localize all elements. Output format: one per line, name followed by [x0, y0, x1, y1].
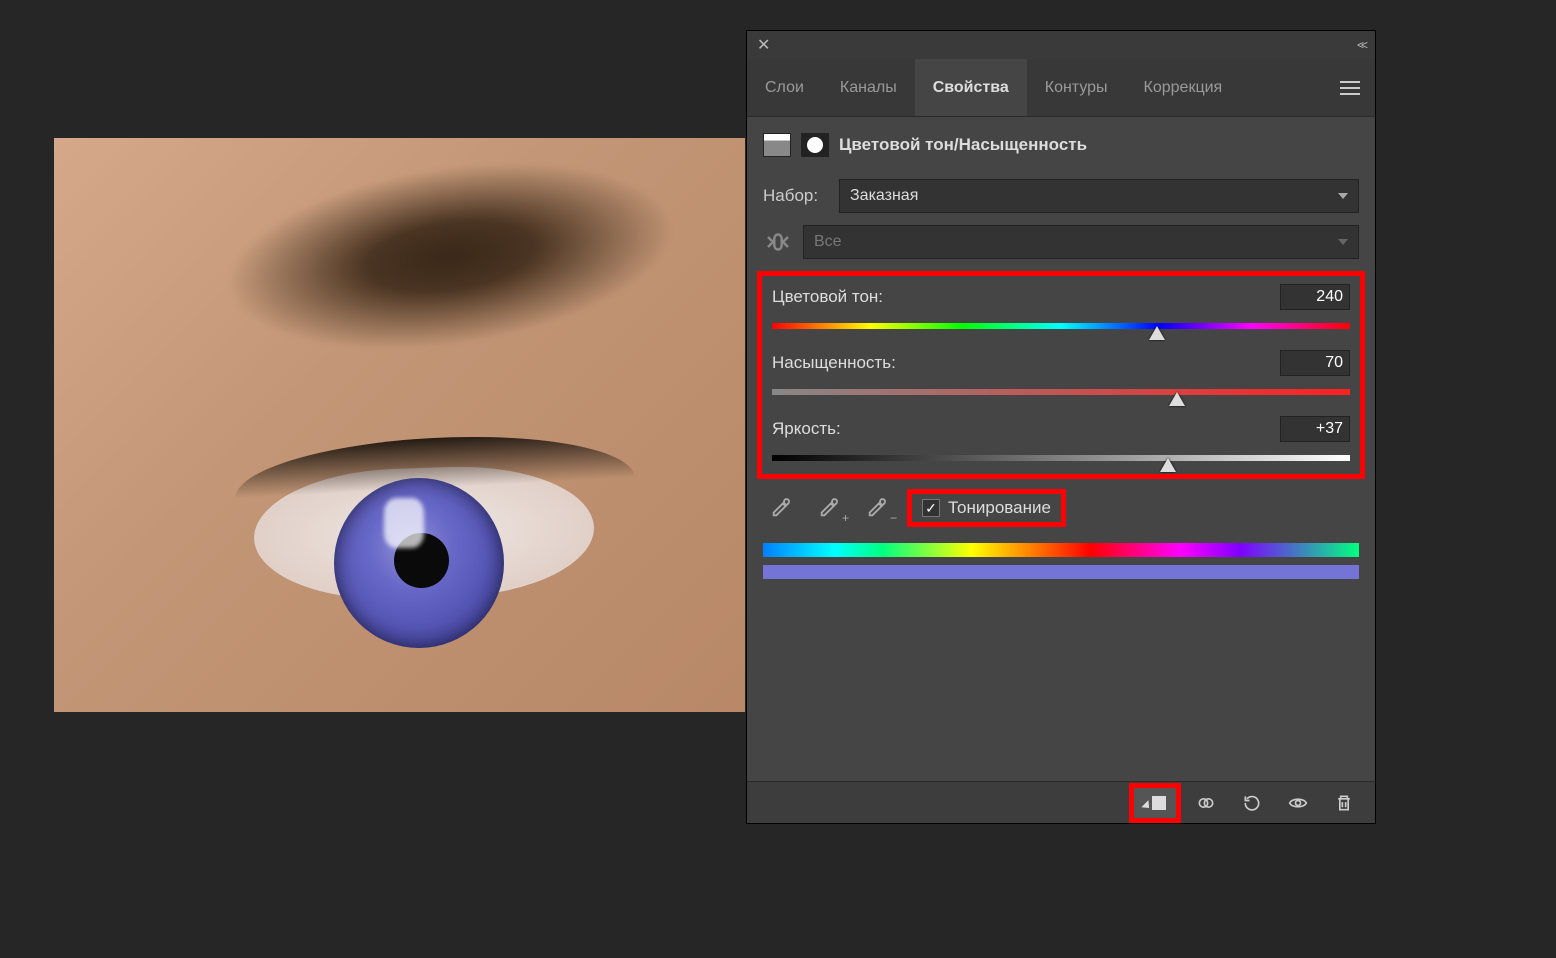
color-range-select[interactable]: Все	[803, 225, 1359, 259]
hand-scrub-icon[interactable]	[763, 227, 793, 257]
hue-slider-row: Цветовой тон:	[772, 284, 1350, 334]
hamburger-icon	[1340, 87, 1360, 89]
hue-slider[interactable]	[772, 318, 1350, 334]
hue-value-input[interactable]	[1280, 284, 1350, 310]
clip-arrow-icon	[1141, 800, 1152, 811]
collapse-icon[interactable]: <<	[1357, 38, 1365, 52]
lightness-track	[772, 455, 1350, 461]
chevron-down-icon	[1338, 239, 1348, 245]
saturation-track	[772, 389, 1350, 395]
saturation-thumb[interactable]	[1169, 392, 1185, 406]
saturation-slider-row: Насыщенность:	[772, 350, 1350, 400]
saturation-slider[interactable]	[772, 384, 1350, 400]
clip-to-layer-button[interactable]	[1134, 788, 1176, 818]
adjustment-title: Цветовой тон/Насыщенность	[839, 135, 1087, 155]
colorize-label: Тонирование	[948, 498, 1051, 518]
eyedropper-add-icon[interactable]: +	[811, 493, 847, 523]
tab-channels[interactable]: Каналы	[822, 59, 915, 116]
tab-paths[interactable]: Контуры	[1027, 59, 1126, 116]
saturation-value-input[interactable]	[1280, 350, 1350, 376]
range-row: Все	[763, 225, 1359, 259]
clip-square-icon	[1152, 796, 1166, 810]
preset-value: Заказная	[850, 187, 918, 205]
range-value: Все	[814, 233, 842, 251]
reset-button[interactable]	[1231, 787, 1273, 819]
mask-icon[interactable]	[801, 133, 829, 157]
preset-label: Набор:	[763, 186, 829, 206]
output-spectrum[interactable]	[763, 565, 1359, 579]
panel-body: Набор: Заказная Все Цветовой тон:	[747, 173, 1375, 781]
preset-select[interactable]: Заказная	[839, 179, 1359, 213]
image-content	[161, 138, 745, 426]
saturation-label: Насыщенность:	[772, 353, 896, 373]
lightness-slider-row: Яркость:	[772, 416, 1350, 466]
colorize-checkbox[interactable]: ✓	[922, 499, 940, 517]
lightness-slider[interactable]	[772, 450, 1350, 466]
image-content	[384, 498, 424, 548]
hue-sat-icon[interactable]	[763, 133, 791, 157]
colorize-highlight-box: ✓ Тонирование	[907, 489, 1066, 527]
sliders-highlight-box: Цветовой тон: Насыщенность:	[757, 271, 1365, 479]
tab-layers[interactable]: Слои	[747, 59, 822, 116]
visibility-button[interactable]	[1277, 787, 1319, 819]
hue-thumb[interactable]	[1149, 326, 1165, 340]
chevron-down-icon	[1338, 193, 1348, 199]
lightness-label: Яркость:	[772, 419, 841, 439]
lightness-value-input[interactable]	[1280, 416, 1350, 442]
delete-button[interactable]	[1323, 787, 1365, 819]
properties-panel: ✕ << Слои Каналы Свойства Контуры Коррек…	[746, 30, 1376, 824]
hue-label: Цветовой тон:	[772, 287, 883, 307]
preset-row: Набор: Заказная	[763, 179, 1359, 213]
eyedropper-icon[interactable]	[763, 493, 799, 523]
close-icon[interactable]: ✕	[757, 35, 770, 55]
view-previous-state-button[interactable]	[1185, 787, 1227, 819]
panel-tabs: Слои Каналы Свойства Контуры Коррекция	[747, 59, 1375, 117]
document-canvas[interactable]	[54, 138, 745, 712]
tab-properties[interactable]: Свойства	[915, 59, 1027, 116]
spectrum-strips	[763, 543, 1359, 579]
lightness-thumb[interactable]	[1160, 458, 1176, 472]
tab-adjustments[interactable]: Коррекция	[1126, 59, 1241, 116]
panel-menu-button[interactable]	[1325, 59, 1375, 116]
panel-titlebar: ✕ <<	[747, 31, 1375, 59]
adjustment-header: Цветовой тон/Насыщенность	[747, 117, 1375, 173]
input-spectrum[interactable]	[763, 543, 1359, 557]
clip-highlight-box	[1129, 783, 1181, 823]
hue-track	[772, 323, 1350, 329]
eyedropper-sub-icon[interactable]: −	[859, 493, 895, 523]
tools-row: + − ✓ Тонирование	[763, 489, 1359, 527]
panel-footer	[747, 781, 1375, 823]
